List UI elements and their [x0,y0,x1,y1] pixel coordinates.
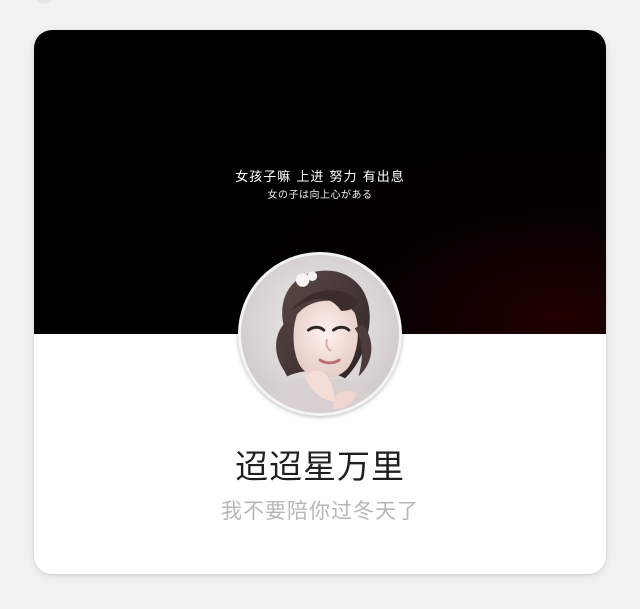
profile-photo-icon [241,255,399,413]
profile-username: 迢迢星万里 [235,447,405,486]
previous-card-edge [36,0,54,4]
profile-screen: 女孩子嘛 上进 努力 有出息 女の子は向上心がある 迢迢星万里 我不要陪你过冬天… [0,0,640,609]
profile-avatar[interactable] [238,252,402,416]
profile-card: 女孩子嘛 上进 努力 有出息 女の子は向上心がある 迢迢星万里 我不要陪你过冬天… [34,30,606,574]
banner-caption-secondary: 女の子は向上心がある [267,190,373,201]
banner-caption-primary: 女孩子嘛 上进 努力 有出息 [235,170,405,185]
profile-bio: 我不要陪你过冬天了 [221,499,419,523]
